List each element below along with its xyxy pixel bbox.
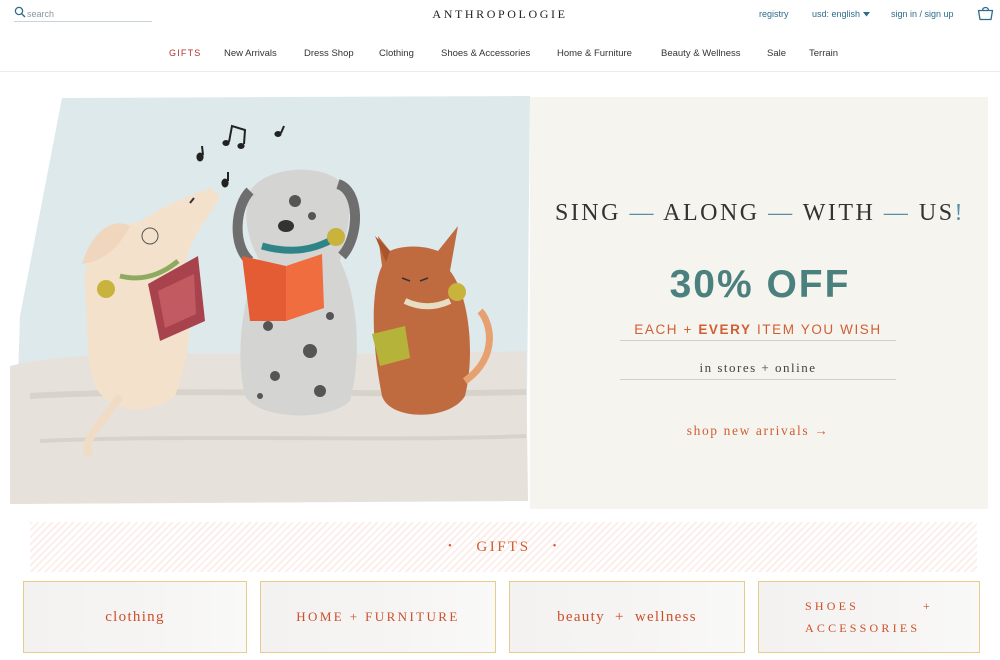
hero-title-word: WITH — [802, 200, 876, 226]
nav-item-new-arrivals[interactable]: New Arrivals — [224, 48, 277, 59]
nav-item-beauty-wellness[interactable]: Beauty & Wellness — [661, 48, 741, 59]
main-nav: GIFTS New Arrivals Dress Shop Clothing S… — [0, 44, 1000, 66]
gifts-banner[interactable]: • GIFTS • — [30, 522, 977, 572]
category-tile-home-furniture[interactable]: HOME + FURNITURE — [260, 581, 496, 653]
hero-subtitle-bold: EVERY — [698, 322, 752, 337]
category-tile-clothing[interactable]: clothing — [23, 581, 247, 653]
currency-selector[interactable]: usd: english — [812, 9, 871, 19]
bullet-icon: • — [552, 540, 559, 552]
gray-dog — [232, 169, 360, 416]
hero-title: SING — ALONG — WITH — US! — [548, 200, 972, 227]
hero-title-word: SING — [554, 200, 621, 226]
category-label-line2: ACCESSORIES — [805, 621, 921, 635]
nav-divider — [0, 71, 1000, 72]
hero-offer: 30% OFF — [669, 263, 851, 306]
hero-illustration[interactable] — [10, 96, 532, 506]
nav-item-sale[interactable]: Sale — [767, 48, 786, 59]
nav-item-shoes-accessories[interactable]: Shoes & Accessories — [441, 48, 530, 59]
registry-link[interactable]: registry — [759, 9, 789, 19]
hero-subtitle: EACH + EVERY ITEM YOU WISH — [620, 322, 896, 341]
category-label: HOME + FURNITURE — [296, 609, 460, 624]
nav-item-gifts[interactable]: GIFTS — [169, 48, 202, 58]
gifts-banner-label: GIFTS — [476, 539, 531, 555]
top-bar: ANTHROPOLOGIE registry usd: english sign… — [0, 0, 1000, 30]
category-label: clothing — [105, 608, 165, 625]
hero-title-word: US — [918, 200, 955, 226]
category-label-plus: + — [923, 599, 933, 613]
hero-title-separator: — — [629, 200, 656, 226]
nav-item-home-furniture[interactable]: Home & Furniture — [557, 48, 632, 59]
shopping-bag-icon[interactable] — [977, 5, 994, 21]
nav-item-clothing[interactable]: Clothing — [379, 48, 414, 59]
hero-title-separator: — — [883, 200, 911, 226]
category-label: SHOES + ACCESSORIES — [805, 595, 933, 639]
category-label: beauty + wellness — [557, 608, 697, 625]
currency-label: usd: english — [812, 9, 861, 19]
category-label-line1: SHOES — [805, 599, 860, 613]
chevron-down-icon — [863, 9, 871, 19]
category-tile-shoes-accessories[interactable]: SHOES + ACCESSORIES — [758, 581, 980, 653]
hero-title-word: ALONG — [663, 200, 760, 226]
hero-note: in stores + online — [620, 360, 896, 380]
gifts-banner-title: • GIFTS • — [30, 539, 977, 556]
hero-subtitle-pre: EACH + — [634, 322, 699, 337]
nav-item-terrain[interactable]: Terrain — [809, 48, 838, 59]
nav-item-dress-shop[interactable]: Dress Shop — [304, 48, 354, 59]
bullet-icon: • — [448, 540, 455, 552]
sign-in-link[interactable]: sign in / sign up — [891, 9, 954, 19]
category-tile-beauty-wellness[interactable]: beauty + wellness — [509, 581, 745, 653]
shop-new-arrivals-link[interactable]: shop new arrivals → — [620, 423, 896, 439]
hero-title-separator: — — [768, 200, 795, 226]
hero-subtitle-post: ITEM YOU WISH — [751, 322, 882, 337]
hero-title-end: ! — [954, 200, 966, 226]
